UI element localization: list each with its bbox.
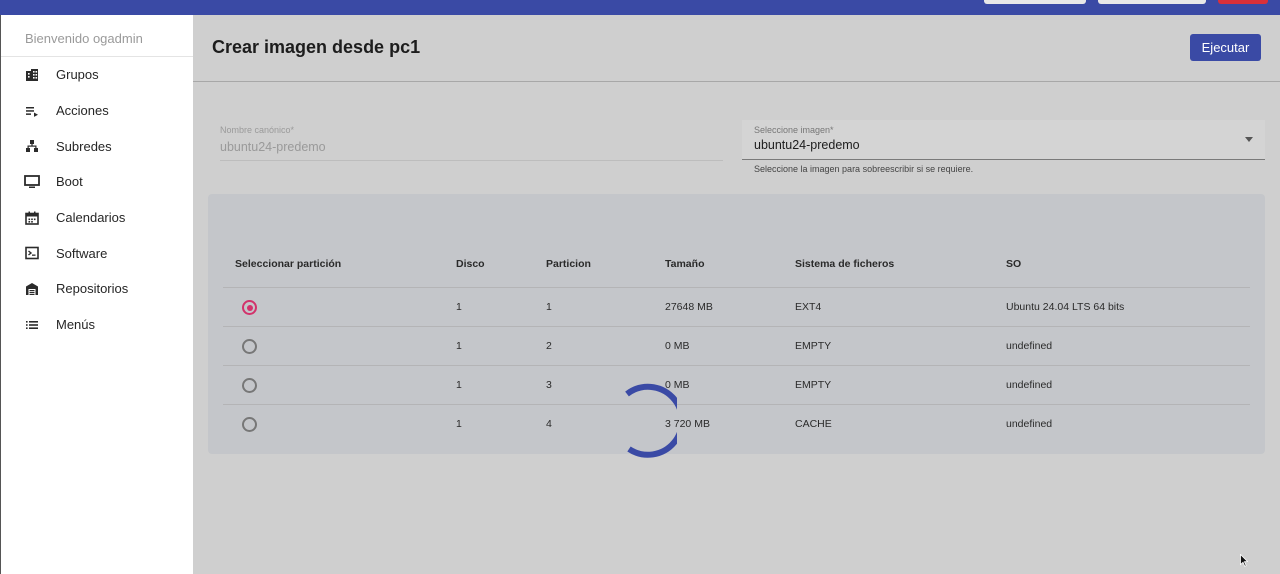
toolbar-button[interactable] xyxy=(984,0,1086,4)
table-row[interactable]: 1 4 3 720 MB CACHE undefined xyxy=(223,405,1250,444)
column-header-filesystem: Sistema de ficheros xyxy=(795,258,895,270)
cell-partition: 3 xyxy=(546,379,552,391)
table-row[interactable]: 1 1 27648 MB EXT4 Ubuntu 24.04 LTS 64 bi… xyxy=(223,288,1250,327)
sidebar-item-acciones[interactable]: Acciones xyxy=(1,93,193,129)
sidebar-item-grupos[interactable]: Grupos xyxy=(1,57,193,93)
cell-partition: 1 xyxy=(546,301,552,313)
cell-os: undefined xyxy=(1006,418,1053,430)
welcome-text: Bienvenido ogadmin xyxy=(25,31,143,46)
sidebar: Bienvenido ogadmin Grupos Acciones Subre… xyxy=(0,15,193,574)
page-title: Crear imagen desde pc1 xyxy=(212,37,421,57)
column-header-select: Seleccionar partición xyxy=(235,258,342,270)
cell-size: 27648 MB xyxy=(665,301,713,313)
canonical-name-label: Nombre canónico* xyxy=(220,125,295,135)
playlist-icon xyxy=(24,103,40,119)
cell-filesystem: CACHE xyxy=(795,418,832,430)
warehouse-icon xyxy=(24,281,40,297)
sidebar-item-subredes[interactable]: Subredes xyxy=(1,128,193,164)
mouse-cursor-icon xyxy=(1240,554,1248,567)
terminal-icon xyxy=(24,245,40,261)
partition-radio[interactable] xyxy=(242,339,257,354)
cell-os: undefined xyxy=(1006,340,1053,352)
canonical-name-value: ubuntu24-predemo xyxy=(220,140,326,154)
sidebar-item-label: Acciones xyxy=(56,103,109,119)
sidebar-item-software[interactable]: Software xyxy=(1,235,193,271)
cell-partition: 2 xyxy=(546,340,552,352)
logout-button[interactable] xyxy=(1218,0,1268,4)
cell-partition: 4 xyxy=(546,418,552,430)
sidebar-item-label: Grupos xyxy=(56,67,99,83)
sidebar-item-label: Software xyxy=(56,245,108,261)
sidebar-item-label: Menús xyxy=(56,317,96,333)
canonical-name-field[interactable]: Nombre canónico* ubuntu24-predemo xyxy=(220,125,723,161)
header-divider xyxy=(193,81,1280,82)
cell-disk: 1 xyxy=(456,340,462,352)
sidebar-item-label: Calendarios xyxy=(56,210,126,226)
dropdown-arrow-icon[interactable] xyxy=(1245,137,1253,142)
table-row[interactable]: 1 2 0 MB EMPTY undefined xyxy=(223,327,1250,366)
calendar-icon xyxy=(24,210,40,226)
partition-table-card: Seleccionar partición Disco Particion Ta… xyxy=(208,194,1265,454)
sidebar-item-label: Boot xyxy=(56,174,83,190)
cell-os: Ubuntu 24.04 LTS 64 bits xyxy=(1006,301,1125,313)
building-icon xyxy=(24,67,40,83)
execute-button[interactable]: Ejecutar xyxy=(1190,34,1261,61)
table-header: Seleccionar partición Disco Particion Ta… xyxy=(223,256,1250,288)
image-select-value: ubuntu24-predemo xyxy=(754,138,860,152)
cell-os: undefined xyxy=(1006,379,1053,391)
cell-disk: 1 xyxy=(456,418,462,430)
list-icon xyxy=(24,317,40,333)
column-header-os: SO xyxy=(1006,258,1022,270)
image-select-label: Seleccione imagen* xyxy=(754,125,834,135)
sidebar-item-menus[interactable]: Menús xyxy=(1,307,193,343)
column-header-size: Tamaño xyxy=(665,258,705,270)
sidebar-item-calendarios[interactable]: Calendarios xyxy=(1,200,193,236)
sidebar-item-label: Subredes xyxy=(56,138,112,154)
partition-radio[interactable] xyxy=(242,300,257,315)
cell-size: 0 MB xyxy=(665,340,690,352)
sidebar-item-label: Repositorios xyxy=(56,281,129,297)
column-header-disk: Disco xyxy=(456,258,485,270)
sidebar-item-boot[interactable]: Boot xyxy=(1,164,193,200)
partition-radio[interactable] xyxy=(242,417,257,432)
monitor-icon xyxy=(24,174,40,190)
sidebar-nav: Grupos Acciones Subredes Boot Calendario… xyxy=(1,57,193,343)
cell-disk: 1 xyxy=(456,379,462,391)
loading-spinner xyxy=(625,383,677,458)
network-tree-icon xyxy=(24,138,40,154)
top-app-bar xyxy=(0,0,1280,15)
toolbar-button[interactable] xyxy=(1098,0,1206,4)
partition-radio[interactable] xyxy=(242,378,257,393)
image-select-hint: Seleccione la imagen para sobreescribir … xyxy=(754,164,974,174)
cell-filesystem: EMPTY xyxy=(795,379,832,391)
table-row[interactable]: 1 3 0 MB EMPTY undefined xyxy=(223,366,1250,405)
cell-disk: 1 xyxy=(456,301,462,313)
main-content: Crear imagen desde pc1 Ejecutar Nombre c… xyxy=(193,15,1280,574)
cell-filesystem: EMPTY xyxy=(795,340,832,352)
sidebar-item-repositorios[interactable]: Repositorios xyxy=(1,271,193,307)
image-select[interactable]: Seleccione imagen* ubuntu24-predemo xyxy=(742,120,1265,160)
column-header-partition: Particion xyxy=(546,258,591,270)
cell-filesystem: EXT4 xyxy=(795,301,822,313)
